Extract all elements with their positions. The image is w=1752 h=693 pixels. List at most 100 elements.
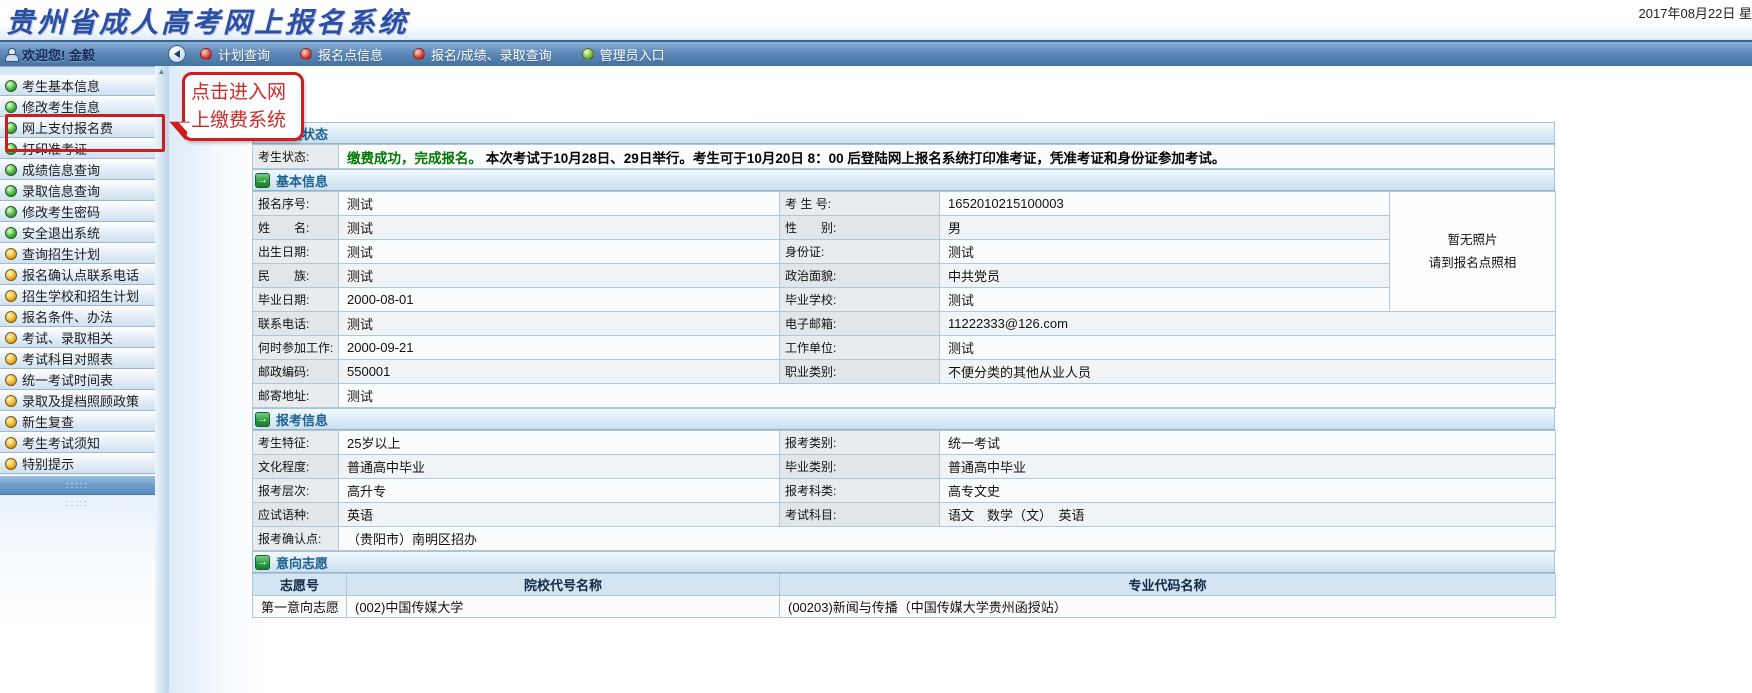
yellow-dot-icon — [5, 458, 17, 470]
nav-admin-entry[interactable]: 管理员入口 — [582, 45, 665, 64]
sidebar-item-edit-candidate-info[interactable]: 修改考生信息 — [0, 96, 155, 117]
sidebar-item-candidate-basic-info[interactable]: 考生基本信息 — [0, 75, 155, 96]
sidebar-item-pay-registration-fee[interactable]: 网上支付报名费 — [0, 117, 155, 138]
field-label: 性 别: — [780, 216, 940, 240]
green-dot-icon — [5, 101, 17, 113]
sidebar-scrollbar[interactable]: ▲ — [155, 66, 169, 693]
field-label: 出生日期: — [253, 240, 339, 264]
sidebar-item-logout[interactable]: 安全退出系统 — [0, 222, 155, 243]
photo-text: 暂无照片 — [1398, 229, 1547, 252]
date-label: 2017年08月22日 星 — [1639, 3, 1752, 22]
field-value: 统一考试 — [940, 431, 1556, 455]
sidebar-item-candidate-exam-notice[interactable]: 考生考试须知 — [0, 432, 155, 453]
yellow-dot-icon — [5, 416, 17, 428]
table-row: 邮寄地址: 测试 — [253, 384, 1556, 408]
field-label: 考试科目: — [780, 503, 940, 527]
table-row: 考生状态: 缴费成功，完成报名。 本次考试于10月28日、29日举行。考生可于1… — [253, 145, 1555, 169]
field-label: 报考类别: — [780, 431, 940, 455]
field-label: 何时参加工作: — [253, 336, 339, 360]
sidebar-item-label: 网上支付报名费 — [22, 118, 113, 137]
nav-score-admission-query[interactable]: 报名/成绩、录取查询 — [413, 45, 552, 64]
content: → 考生状态 考生状态: 缴费成功，完成报名。 本次考试于10月28日、29日举… — [252, 122, 1555, 618]
nav-item-label: 报名点信息 — [318, 45, 383, 64]
table-row: 应试语种: 英语 考试科目: 语文 数学（文） 英语 — [253, 503, 1556, 527]
sidebar-item-label: 特别提示 — [22, 454, 74, 473]
red-dot-icon — [300, 48, 312, 60]
field-label: 毕业日期: — [253, 288, 339, 312]
field-value: 11222333@126.com — [940, 312, 1556, 336]
scroll-up-icon[interactable]: ▲ — [155, 66, 168, 78]
field-label: 考生特征: — [253, 431, 339, 455]
field-value: 测试 — [339, 192, 780, 216]
field-label: 考生状态: — [253, 145, 339, 169]
sidebar-item-label: 修改考生信息 — [22, 97, 100, 116]
table-row: 报考层次: 高升专 报考科类: 高专文史 — [253, 479, 1556, 503]
yellow-dot-icon — [5, 290, 17, 302]
field-label: 职业类别: — [780, 360, 940, 384]
sidebar-item-label: 录取信息查询 — [22, 181, 100, 200]
nav-plan-query[interactable]: 计划查询 — [200, 45, 270, 64]
nav-back-button[interactable] — [168, 45, 186, 63]
field-label: 联系电话: — [253, 312, 339, 336]
sidebar-item-exam-subjects-table[interactable]: 考试科目对照表 — [0, 348, 155, 369]
sidebar-item-label: 考生基本信息 — [22, 76, 100, 95]
field-label: 民 族: — [253, 264, 339, 288]
field-value: 550001 — [339, 360, 780, 384]
table-row: 报考确认点: （贵阳市）南明区招办 — [253, 527, 1556, 551]
apply-info-table: 考生特征: 25岁以上 报考类别: 统一考试 文化程度: 普通高中毕业 毕业类别… — [252, 430, 1556, 551]
sidebar-item-freshman-recheck[interactable]: 新生复查 — [0, 411, 155, 432]
sidebar-item-label: 修改考生密码 — [22, 202, 100, 221]
annotation-line: 点击进入网 — [191, 79, 295, 107]
sidebar-item-admission-query[interactable]: 录取信息查询 — [0, 180, 155, 201]
sidebar-item-special-notice[interactable]: 特别提示 — [0, 453, 155, 474]
yellow-dot-icon — [5, 374, 17, 386]
sidebar-collapsed-group[interactable]: ::::: — [0, 475, 155, 495]
table-row: 民 族: 测试 政治面貌: 中共党员 — [253, 264, 1556, 288]
field-value: 语文 数学（文） 英语 — [940, 503, 1556, 527]
sidebar-item-label: 录取及提档照顾政策 — [22, 391, 139, 410]
sidebar-item-score-query[interactable]: 成绩信息查询 — [0, 159, 155, 180]
green-dot-icon — [5, 80, 17, 92]
green-dot-icon — [5, 206, 17, 218]
column-header: 专业代码名称 — [780, 574, 1556, 596]
sidebar-item-change-password[interactable]: 修改考生密码 — [0, 201, 155, 222]
field-value: 不便分类的其他从业人员 — [940, 360, 1556, 384]
field-label: 报考确认点: — [253, 527, 339, 551]
sidebar-item-registration-conditions[interactable]: 报名条件、办法 — [0, 306, 155, 327]
field-label: 应试语种: — [253, 503, 339, 527]
field-label: 身份证: — [780, 240, 940, 264]
field-value: 测试 — [339, 216, 780, 240]
nav-item-label: 管理员入口 — [600, 45, 665, 64]
user-icon — [5, 48, 17, 60]
field-label: 毕业学校: — [780, 288, 940, 312]
field-label: 政治面貌: — [780, 264, 940, 288]
page-body: 考生基本信息 修改考生信息 网上支付报名费 打印准考证 成绩信息查询 录取信息查… — [0, 66, 1752, 693]
field-value: 测试 — [339, 240, 780, 264]
table-row: 联系电话: 测试 电子邮箱: 11222333@126.com — [253, 312, 1556, 336]
sidebar-item-exam-admission-related[interactable]: 考试、录取相关 — [0, 327, 155, 348]
status-table: 考生状态: 缴费成功，完成报名。 本次考试于10月28日、29日举行。考生可于1… — [252, 144, 1555, 169]
sidebar-item-schools-and-plans[interactable]: 招生学校和招生计划 — [0, 285, 155, 306]
table-row: 文化程度: 普通高中毕业 毕业类别: 普通高中毕业 — [253, 455, 1556, 479]
sidebar: 考生基本信息 修改考生信息 网上支付报名费 打印准考证 成绩信息查询 录取信息查… — [0, 66, 155, 693]
green-dot-icon — [582, 48, 594, 60]
sidebar-item-label: 报名条件、办法 — [22, 307, 113, 326]
sidebar-item-admission-preferential-policy[interactable]: 录取及提档照顾政策 — [0, 390, 155, 411]
status-info-text: 本次考试于10月28日、29日举行。考生可于10月20日 8：00 后登陆网上报… — [486, 151, 1226, 166]
field-label: 工作单位: — [780, 336, 940, 360]
section-header-apply-info: → 报考信息 — [252, 408, 1555, 430]
field-label: 毕业类别: — [780, 455, 940, 479]
table-row: 姓 名: 测试 性 别: 男 — [253, 216, 1556, 240]
yellow-dot-icon — [5, 437, 17, 449]
sidebar-item-label: 招生学校和招生计划 — [22, 286, 139, 305]
nav-registration-point-info[interactable]: 报名点信息 — [300, 45, 383, 64]
sidebar-item-unified-exam-schedule[interactable]: 统一考试时间表 — [0, 369, 155, 390]
sidebar-item-print-admission-ticket[interactable]: 打印准考证 — [0, 138, 155, 159]
annotation-line: 上缴费系统 — [191, 107, 295, 135]
field-value: 测试 — [940, 240, 1390, 264]
field-value: 测试 — [940, 288, 1390, 312]
sidebar-item-enrollment-plan-query[interactable]: 查询招生计划 — [0, 243, 155, 264]
sidebar-item-label: 成绩信息查询 — [22, 160, 100, 179]
sidebar-item-confirmation-point-phones[interactable]: 报名确认点联系电话 — [0, 264, 155, 285]
sidebar-collapsed-group[interactable]: ::::: — [0, 495, 155, 511]
